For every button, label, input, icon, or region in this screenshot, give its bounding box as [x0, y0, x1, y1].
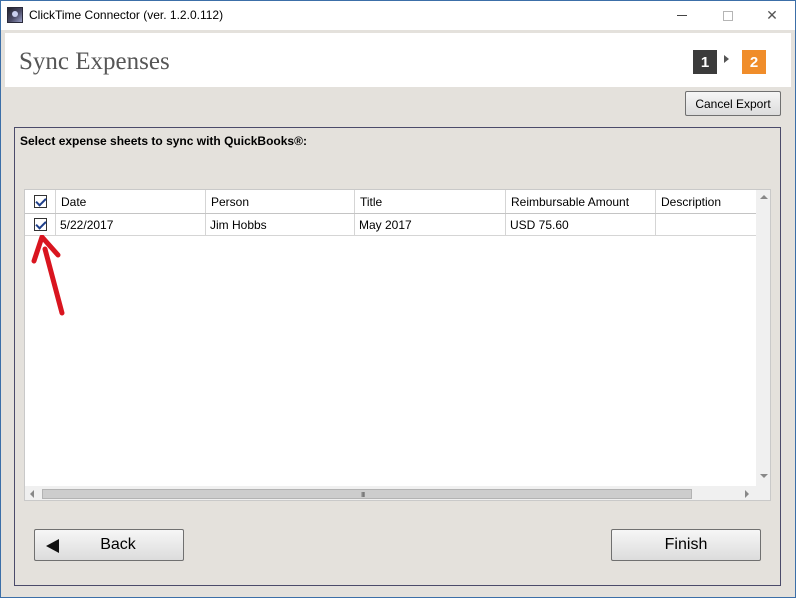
step-arrow-icon — [724, 55, 729, 63]
cell-title: May 2017 — [355, 214, 506, 235]
column-header-description[interactable]: Description — [656, 190, 756, 213]
cell-person: Jim Hobbs — [206, 214, 355, 235]
scroll-left-icon[interactable] — [30, 490, 34, 498]
page-title: Sync Expenses — [19, 48, 170, 75]
cell-date: 5/22/2017 — [56, 214, 206, 235]
table-row[interactable]: 5/22/2017 Jim Hobbs May 2017 USD 75.60 — [25, 214, 756, 236]
minimize-button[interactable] — [659, 1, 705, 30]
wizard-header: Sync Expenses 1 2 — [5, 33, 791, 87]
scroll-grip-icon: III — [361, 491, 365, 499]
column-header-title[interactable]: Title — [355, 190, 506, 213]
close-icon: ✕ — [766, 7, 778, 24]
annotation-arrow-shaft — [42, 246, 65, 316]
close-button[interactable]: ✕ — [749, 1, 795, 30]
expense-grid: Date Person Title Reimbursable Amount De… — [24, 189, 771, 501]
annotation-arrow-icon — [31, 235, 65, 316]
column-header-person[interactable]: Person — [206, 190, 355, 213]
column-header-date[interactable]: Date — [56, 190, 206, 213]
back-button[interactable]: Back — [34, 529, 184, 561]
maximize-button[interactable] — [705, 1, 751, 30]
title-bar[interactable]: ClickTime Connector (ver. 1.2.0.112) ✕ — [1, 1, 795, 30]
cell-description — [656, 214, 756, 235]
row-select-cell[interactable] — [25, 214, 56, 235]
back-button-label: Back — [100, 536, 136, 553]
select-all-checkbox[interactable] — [33, 195, 47, 208]
cancel-export-button[interactable]: Cancel Export — [685, 91, 781, 116]
column-header-amount[interactable]: Reimbursable Amount — [506, 190, 656, 213]
select-all-cell[interactable] — [25, 190, 56, 213]
app-window: ClickTime Connector (ver. 1.2.0.112) ✕ S… — [0, 0, 796, 598]
row-checkbox[interactable] — [33, 218, 47, 231]
scrollbar-corner — [756, 486, 770, 500]
horizontal-scroll-thumb[interactable]: III — [42, 489, 692, 499]
vertical-scrollbar[interactable] — [756, 190, 770, 486]
cell-amount: USD 75.60 — [506, 214, 656, 235]
sync-panel: Select expense sheets to sync with Quick… — [14, 127, 781, 586]
grid-header: Date Person Title Reimbursable Amount De… — [25, 190, 756, 214]
minimize-icon — [677, 15, 687, 16]
horizontal-scrollbar[interactable]: III — [25, 486, 756, 500]
scroll-down-icon[interactable] — [760, 474, 768, 478]
step-indicator-2: 2 — [742, 50, 766, 74]
instructions-label: Select expense sheets to sync with Quick… — [20, 134, 307, 148]
maximize-icon — [723, 10, 733, 21]
finish-button[interactable]: Finish — [611, 529, 761, 561]
scroll-up-icon[interactable] — [760, 195, 768, 199]
back-arrow-icon — [46, 539, 59, 553]
step-indicator-1: 1 — [693, 50, 717, 74]
app-icon — [7, 7, 23, 23]
window-title: ClickTime Connector (ver. 1.2.0.112) — [29, 8, 224, 22]
scroll-right-icon[interactable] — [745, 490, 749, 498]
